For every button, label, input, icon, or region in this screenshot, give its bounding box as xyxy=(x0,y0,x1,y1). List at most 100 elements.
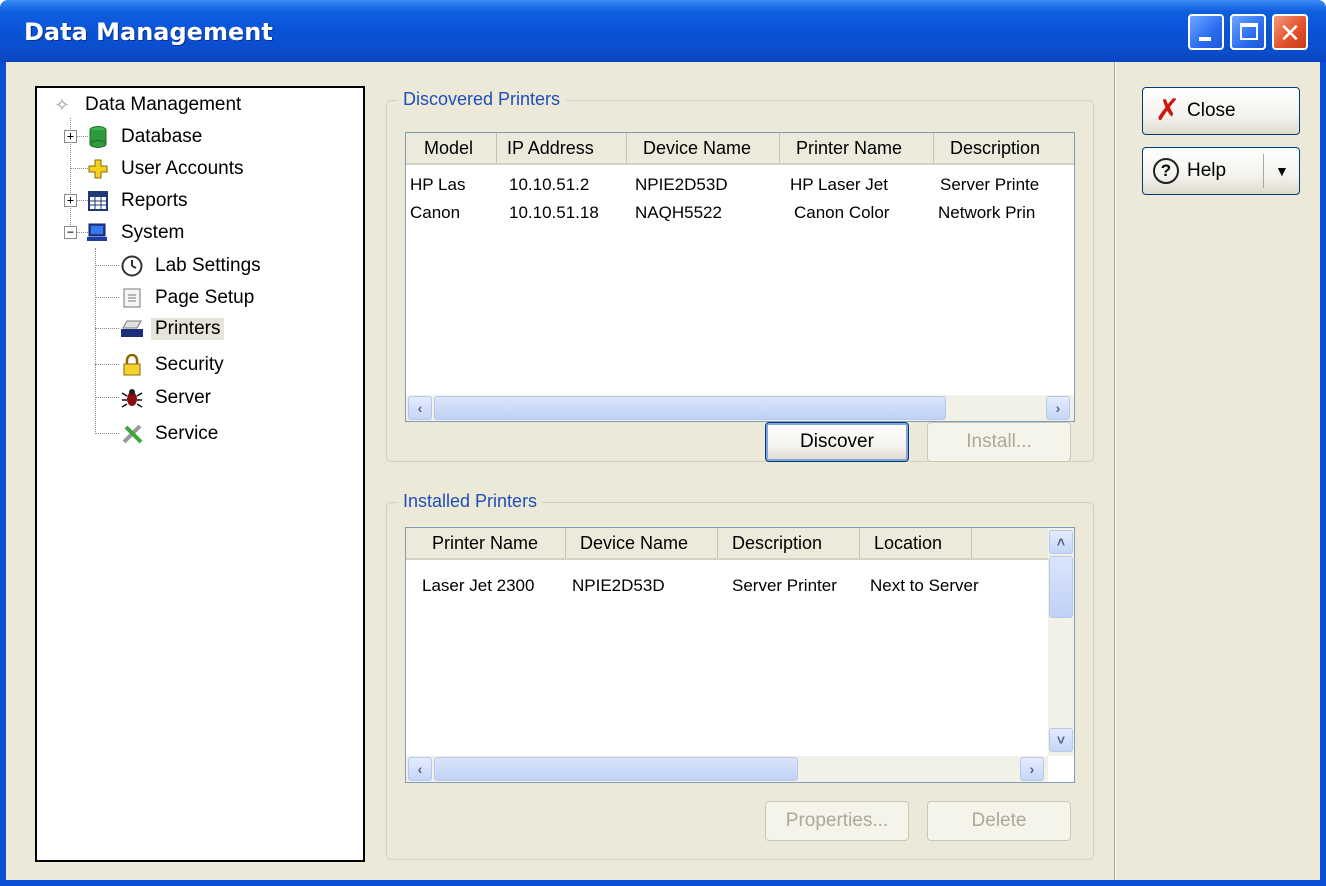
scrollbar-thumb[interactable] xyxy=(434,396,946,420)
maximize-button[interactable] xyxy=(1230,14,1266,50)
scrollbar-thumb[interactable] xyxy=(1049,556,1073,618)
tree-item-label: Server xyxy=(155,387,211,408)
tree-item-user-accounts[interactable]: User Accounts xyxy=(87,154,248,184)
tree-connector xyxy=(95,328,119,329)
tree-item-label: User Accounts xyxy=(121,158,244,179)
table-row[interactable]: Laser Jet 2300 NPIE2D53D Server Printer … xyxy=(406,572,1020,600)
navigation-tree[interactable]: ✧ Data Management + Database User Accoun… xyxy=(35,86,365,862)
discover-button[interactable]: Discover xyxy=(765,422,909,462)
tree-item-system[interactable]: System xyxy=(87,218,188,248)
column-header-description[interactable]: Description xyxy=(934,133,1074,163)
tree-item-page-setup[interactable]: Page Setup xyxy=(121,283,258,313)
discovered-printers-group: Discovered Printers Model IP Address Dev… xyxy=(386,89,1094,462)
tree-item-label: System xyxy=(121,222,185,243)
database-icon xyxy=(87,126,109,148)
properties-button[interactable]: Properties... xyxy=(765,801,909,841)
cell-printer-name: Canon Color xyxy=(794,203,890,222)
help-button-label: Help xyxy=(1187,160,1227,181)
cell-printer-name: HP Laser Jet xyxy=(790,175,888,194)
column-header-location[interactable]: Location xyxy=(860,528,972,558)
user-accounts-icon xyxy=(87,158,109,180)
tree-item-reports[interactable]: Reports xyxy=(87,186,192,216)
tree-connector xyxy=(95,248,96,434)
lock-icon xyxy=(121,354,143,376)
discovered-horizontal-scrollbar[interactable]: ‹ › xyxy=(406,395,1074,421)
tree-item-security[interactable]: Security xyxy=(121,350,228,380)
close-button[interactable]: ✗ Close xyxy=(1142,87,1300,135)
title-bar[interactable]: Data Management ✕ xyxy=(0,0,1326,62)
cell-device-name: NPIE2D53D xyxy=(572,576,665,595)
cell-model: HP Las xyxy=(410,175,466,194)
column-header-printer-name[interactable]: Printer Name xyxy=(780,133,934,163)
discovered-list-header: Model IP Address Device Name Printer Nam… xyxy=(406,133,1074,165)
tree-item-label: Reports xyxy=(121,190,188,211)
close-window-button[interactable]: ✕ xyxy=(1272,14,1308,50)
installed-horizontal-scrollbar[interactable]: ‹ › xyxy=(406,756,1048,782)
tree-item-database[interactable]: Database xyxy=(87,122,206,152)
collapse-system-icon[interactable]: − xyxy=(64,226,77,239)
cell-description: Server Printe xyxy=(940,175,1040,194)
page-setup-icon xyxy=(121,287,143,309)
tools-icon xyxy=(121,423,143,445)
discovered-printers-list[interactable]: Model IP Address Device Name Printer Nam… xyxy=(405,132,1075,422)
dialog-client-area: ✧ Data Management + Database User Accoun… xyxy=(6,62,1320,880)
tree-item-label: Page Setup xyxy=(155,287,255,308)
tree-connector xyxy=(95,364,119,365)
tree-item-printers[interactable]: Printers xyxy=(121,314,225,344)
table-row[interactable]: HP Las 10.10.51.2 NPIE2D53D HP Laser Jet… xyxy=(406,171,1074,199)
installed-vertical-scrollbar[interactable]: ˄ ˅ xyxy=(1048,528,1074,756)
expand-reports-icon[interactable]: + xyxy=(64,194,77,207)
tree-item-server[interactable]: Server xyxy=(121,383,215,413)
tree-item-label: Printers xyxy=(151,318,225,340)
cell-device-name: NPIE2D53D xyxy=(635,175,728,194)
tree-connector xyxy=(95,297,119,298)
scroll-right-icon[interactable]: › xyxy=(1046,396,1070,420)
cell-ip-address: 10.10.51.2 xyxy=(509,175,590,194)
column-header-device-name[interactable]: Device Name xyxy=(566,528,718,558)
cell-description: Server Printer xyxy=(732,576,837,595)
help-dropdown-icon[interactable]: ▼ xyxy=(1275,148,1289,194)
tree-item-lab-settings[interactable]: Lab Settings xyxy=(121,251,265,281)
scroll-down-icon[interactable]: ˅ xyxy=(1049,728,1073,752)
scroll-left-icon[interactable]: ‹ xyxy=(408,396,432,420)
maximize-icon xyxy=(1240,23,1258,40)
cell-device-name: NAQH5522 xyxy=(635,203,722,222)
scrollbar-thumb[interactable] xyxy=(434,757,798,781)
tree-connector xyxy=(95,433,119,434)
tree-item-label: Service xyxy=(155,423,219,444)
column-header-printer-name[interactable]: Printer Name xyxy=(406,528,566,558)
tree-item-service[interactable]: Service xyxy=(121,419,222,449)
reports-icon xyxy=(87,190,109,212)
installed-printers-group: Installed Printers Printer Name Device N… xyxy=(386,491,1094,860)
help-button[interactable]: ? Help ▼ xyxy=(1142,147,1300,195)
tree-item-label: Database xyxy=(121,126,203,147)
tree-connector xyxy=(95,265,119,266)
table-row[interactable]: Canon 10.10.51.18 NAQH5522 Canon Color N… xyxy=(406,199,1074,227)
scroll-left-icon[interactable]: ‹ xyxy=(408,757,432,781)
scroll-up-icon[interactable]: ˄ xyxy=(1049,530,1073,554)
column-header-device-name[interactable]: Device Name xyxy=(627,133,780,163)
column-header-ip-address[interactable]: IP Address xyxy=(497,133,627,163)
delete-button[interactable]: Delete xyxy=(927,801,1071,841)
root-node-icon: ✧ xyxy=(54,94,70,115)
close-icon: ✕ xyxy=(1279,18,1301,48)
cell-description: Network Prin xyxy=(938,203,1036,222)
minimize-button[interactable] xyxy=(1188,14,1224,50)
install-button[interactable]: Install... xyxy=(927,422,1071,462)
cell-location: Next to Server xyxy=(870,576,979,595)
split-divider xyxy=(1263,154,1264,188)
data-management-window: Data Management ✕ ✧ Data Management + Da… xyxy=(0,0,1326,886)
installed-printers-list[interactable]: Printer Name Device Name Description Loc… xyxy=(405,527,1075,783)
cell-model: Canon xyxy=(410,203,461,222)
system-icon xyxy=(87,222,109,244)
help-icon: ? xyxy=(1153,158,1179,184)
installed-list-header: Printer Name Device Name Description Loc… xyxy=(406,528,1048,560)
expand-database-icon[interactable]: + xyxy=(64,130,77,143)
installed-printers-title: Installed Printers xyxy=(397,491,544,512)
scroll-right-icon[interactable]: › xyxy=(1020,757,1044,781)
tree-root[interactable]: ✧ Data Management xyxy=(51,90,245,120)
cell-printer-name: Laser Jet 2300 xyxy=(422,576,535,595)
column-header-description[interactable]: Description xyxy=(718,528,860,558)
column-header-model[interactable]: Model xyxy=(406,133,497,163)
tree-connector xyxy=(70,168,88,169)
